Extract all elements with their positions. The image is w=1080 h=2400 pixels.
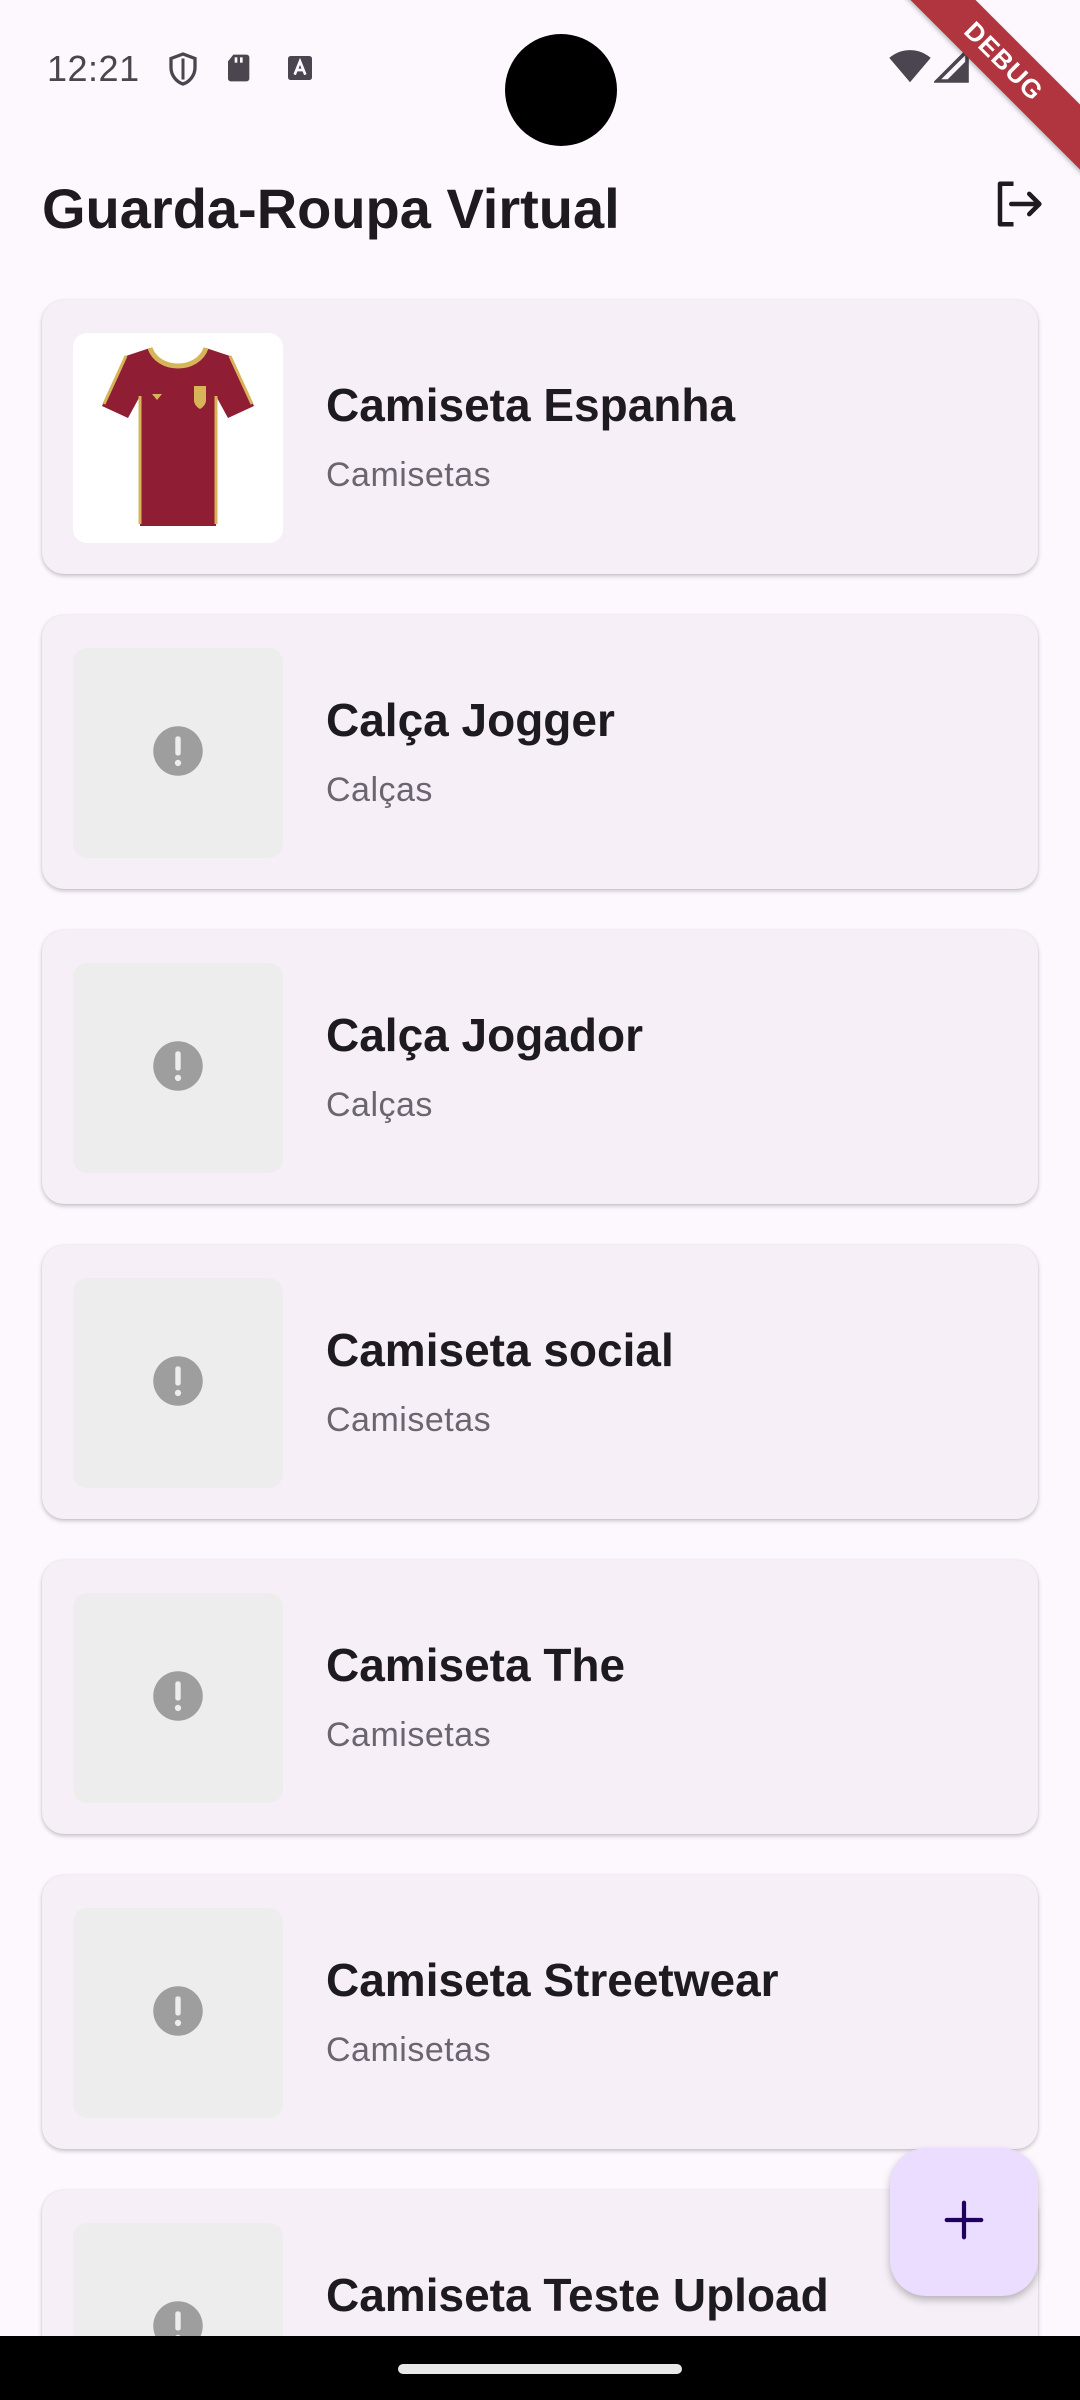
- list-item[interactable]: Camiseta Streetwear Camisetas: [42, 1875, 1038, 2149]
- item-name: Calça Jogador: [326, 1009, 643, 1061]
- item-name: Camiseta social: [326, 1324, 674, 1376]
- item-name: Camiseta Streetwear: [326, 1954, 779, 2006]
- error-icon: [151, 1984, 205, 2043]
- list-item[interactable]: Camiseta social Camisetas: [42, 1245, 1038, 1519]
- error-icon: [151, 1354, 205, 1413]
- logout-button[interactable]: [978, 166, 1058, 246]
- page-title: Guarda-Roupa Virtual: [42, 177, 620, 240]
- error-icon: [151, 1669, 205, 1728]
- clothing-list: Camiseta Espanha Camisetas Calça Jogger …: [0, 300, 1080, 2400]
- logout-icon: [989, 177, 1047, 236]
- item-name: Calça Jogger: [326, 694, 615, 746]
- list-item[interactable]: Calça Jogador Calças: [42, 930, 1038, 1204]
- debug-banner: DEBUG: [881, 0, 1080, 184]
- list-item[interactable]: Calça Jogger Calças: [42, 615, 1038, 889]
- wifi-icon: [888, 48, 932, 89]
- add-item-button[interactable]: [890, 2148, 1038, 2296]
- status-time: 12:21: [47, 48, 140, 89]
- item-name: Camiseta The: [326, 1639, 626, 1691]
- list-item[interactable]: Camiseta Espanha Camisetas: [42, 300, 1038, 574]
- camera-cutout: [505, 34, 617, 146]
- screen: 12:21 DEBUG Guarda-Roupa Virtual Camiset…: [0, 0, 1080, 2400]
- home-gesture-handle[interactable]: [398, 2364, 682, 2374]
- item-name: Camiseta Espanha: [326, 379, 736, 431]
- system-nav-bar: [0, 2336, 1080, 2400]
- item-thumbnail: [73, 1908, 283, 2118]
- item-category: Camisetas: [326, 456, 492, 494]
- item-category: Calças: [326, 771, 433, 809]
- item-name: Camiseta Teste Upload: [326, 2269, 829, 2321]
- item-thumbnail: [73, 333, 283, 543]
- item-category: Camisetas: [326, 1716, 492, 1754]
- item-category: Camisetas: [326, 1401, 492, 1439]
- list-item[interactable]: Camiseta The Camisetas: [42, 1560, 1038, 1834]
- error-icon: [151, 724, 205, 783]
- item-category: Calças: [326, 1086, 433, 1124]
- item-thumbnail: [73, 1278, 283, 1488]
- item-thumbnail: [73, 963, 283, 1173]
- item-thumbnail: [73, 648, 283, 858]
- font-icon: [284, 50, 316, 91]
- app-bar: Guarda-Roupa Virtual: [0, 160, 1080, 260]
- error-icon: [151, 1039, 205, 1098]
- item-category: Camisetas: [326, 2031, 492, 2069]
- shield-icon: [165, 50, 201, 93]
- item-thumbnail: [73, 1593, 283, 1803]
- status-bar: 12:21 DEBUG: [0, 0, 1080, 184]
- sd-card-icon: [224, 50, 256, 91]
- jersey-photo: [98, 336, 258, 541]
- plus-icon: [941, 2197, 987, 2248]
